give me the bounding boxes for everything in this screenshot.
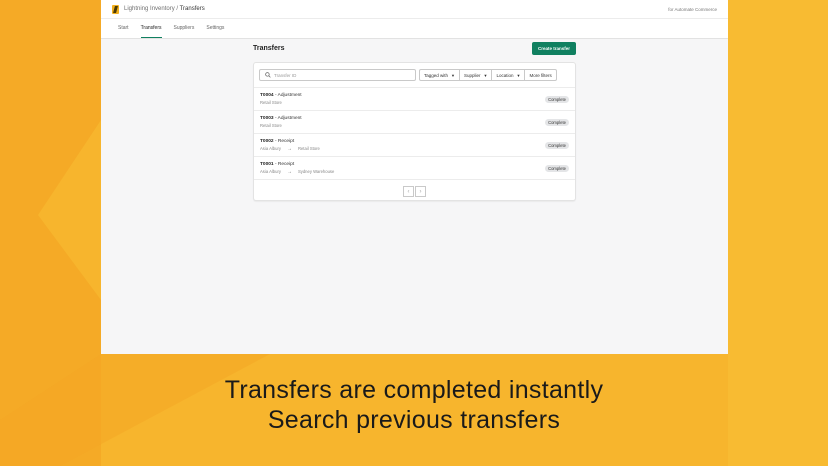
transfer-to: Retail Store [297,146,320,151]
app-title: Lightning Inventory / Transfers [124,6,205,12]
transfer-title: T0001 - Receipt [260,162,545,167]
store-name: for Automate Commerce [668,6,717,12]
transfer-list: T0004 - Adjustment Retail Store Complete… [254,87,575,180]
caret-down-icon: ▼ [451,72,455,78]
tab-start[interactable]: Start [118,25,129,38]
tagged-with-label: Tagged with [424,72,449,78]
transfer-type: - Receipt [274,138,295,144]
search-input[interactable] [274,72,394,78]
transfer-id: T0003 [260,116,274,121]
caption-line-2: Search previous transfers [267,406,561,434]
transfer-type: - Adjustment [274,116,302,121]
breadcrumb-section: Transfers [179,6,205,12]
app-name[interactable]: Lightning Inventory [124,6,175,12]
status-badge: Complete [545,141,569,149]
transfer-to: Sydney Warehouse [297,169,335,174]
transfer-route: Asia Albury → Sydney Warehouse [260,169,545,175]
filter-bar: Tagged with ▼ Supplier ▼ Location ▼ More… [254,63,575,84]
table-row[interactable]: T0004 - Adjustment Retail Store Complete [254,87,575,111]
status-badge: Complete [545,164,569,172]
filter-group: Tagged with ▼ Supplier ▼ Location ▼ More… [419,69,557,81]
more-filters-label: More filters [529,72,552,78]
tab-suppliers[interactable]: Suppliers [174,25,195,38]
transfer-id: T0001 [260,161,274,167]
transfer-from: Asia Albury [260,169,281,174]
caption-line-1: Transfers are completed instantly [224,376,604,404]
status-badge: Complete [545,118,569,126]
lightning-logo-icon [112,4,119,14]
transfers-card: Tagged with ▼ Supplier ▼ Location ▼ More… [253,62,576,201]
location-label: Location [496,72,514,78]
transfers-page: Transfers Create transfer Tagged with ▼ [253,42,576,201]
table-row[interactable]: T0002 - Receipt Asia Albury → Retail Sto… [254,134,575,157]
transfer-from: Retail Store [260,100,282,105]
main-nav: Start Transfers Suppliers Settings [101,19,728,39]
breadcrumb-separator: / [176,6,179,12]
supplier-filter[interactable]: Supplier ▼ [459,69,493,81]
transfer-id: T0004 [260,93,274,98]
search-box[interactable] [259,69,416,81]
more-filters-button[interactable]: More filters [524,69,557,81]
page-header: Transfers Create transfer [253,42,576,55]
next-page-button[interactable]: › [415,186,426,197]
table-row[interactable]: T0001 - Receipt Asia Albury → Sydney War… [254,157,575,180]
transfer-route: Asia Albury → Retail Store [260,146,545,152]
tab-transfers[interactable]: Transfers [140,25,162,38]
transfer-route: Retail Store [260,123,545,128]
status-badge: Complete [545,95,569,103]
search-icon [265,72,271,78]
supplier-label: Supplier [464,72,481,78]
transfer-id: T0002 [260,138,274,144]
arrow-right-icon: → [286,168,292,175]
previous-page-button[interactable]: ‹ [403,186,414,197]
location-filter[interactable]: Location ▼ [491,69,526,81]
transfer-title: T0002 - Receipt [260,139,545,144]
transfer-title: T0004 - Adjustment [260,93,545,98]
transfer-type: - Receipt [274,161,295,167]
create-transfer-button[interactable]: Create transfer [531,42,576,55]
transfer-title: T0003 - Adjustment [260,116,545,121]
transfer-type: - Adjustment [274,93,302,98]
caret-down-icon: ▼ [516,72,521,78]
page-title: Transfers [253,45,285,52]
arrow-right-icon: → [286,145,292,152]
table-row[interactable]: T0003 - Adjustment Retail Store Complete [254,111,575,134]
transfer-from: Retail Store [260,123,282,128]
tab-settings[interactable]: Settings [206,25,224,38]
transfer-route: Retail Store [260,100,545,105]
tagged-with-filter[interactable]: Tagged with ▼ [419,69,460,81]
caret-down-icon: ▼ [483,72,488,78]
pagination: ‹ › [254,186,575,197]
transfer-from: Asia Albury [260,146,281,151]
top-bar: Lightning Inventory / Transfers for Auto… [101,0,728,19]
app-screen: Lightning Inventory / Transfers for Auto… [101,0,728,354]
